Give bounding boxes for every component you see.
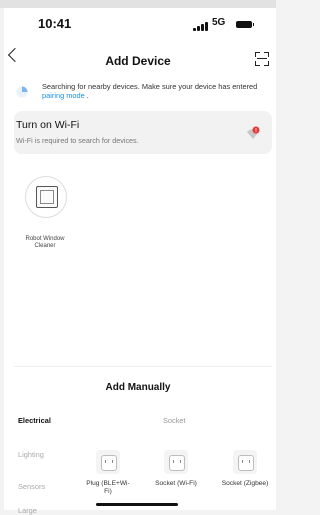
tile-label-plug[interactable]: Plug (BLE+Wi-Fi): [84, 480, 132, 495]
device-label: Robot Window Cleaner: [25, 236, 65, 249]
category-large[interactable]: Large: [18, 506, 37, 515]
battery-icon: [236, 21, 254, 28]
wifi-card-title: Turn on Wi-Fi: [16, 119, 80, 131]
socket-zigbee-icon[interactable]: [233, 450, 257, 474]
plug-icon[interactable]: [96, 450, 120, 474]
wifi-alert-icon: [247, 126, 260, 139]
searching-message: Searching for nearby devices. Make sure …: [42, 82, 258, 100]
category-lighting[interactable]: Lighting: [18, 450, 44, 459]
socket-wifi-icon[interactable]: [164, 450, 188, 474]
section-header-socket: Socket: [163, 416, 186, 425]
status-time: 10:41: [38, 16, 72, 31]
home-indicator: [96, 503, 178, 506]
top-strip: [0, 0, 276, 8]
scan-icon[interactable]: [255, 52, 269, 66]
pairing-mode-link[interactable]: pairing mode: [42, 91, 85, 100]
signal-icon: [193, 22, 208, 31]
tile-label-socket-wifi[interactable]: Socket (Wi-Fi): [152, 480, 200, 488]
category-electrical[interactable]: Electrical: [18, 416, 51, 425]
page-title: Add Device: [105, 54, 171, 68]
wifi-card-subtitle: Wi-Fi is required to search for devices.: [16, 136, 139, 145]
divider: [14, 366, 272, 367]
window-cleaner-icon: [36, 186, 58, 208]
wifi-card[interactable]: [14, 111, 272, 154]
network-type: 5G: [212, 17, 226, 28]
add-manually-title: Add Manually: [105, 382, 171, 393]
tile-label-socket-zigbee[interactable]: Socket (Zigbee): [221, 480, 269, 488]
searching-spinner-icon: [16, 86, 28, 98]
category-sensors[interactable]: Sensors: [18, 482, 45, 491]
